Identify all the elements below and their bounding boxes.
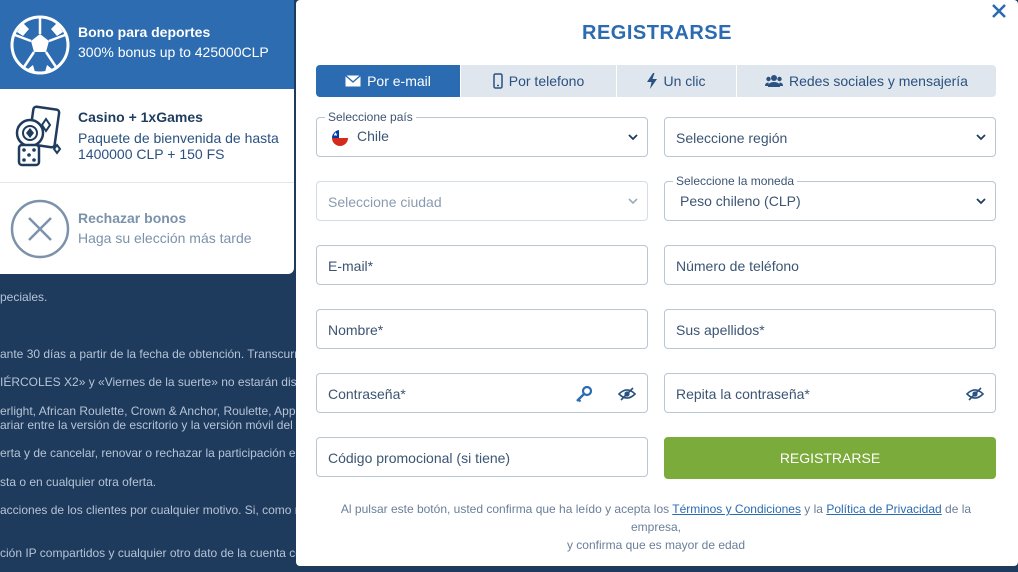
currency-label: Seleccione la moneda [673, 175, 798, 187]
country-value: Chile [357, 128, 389, 144]
tab-label: Por telefono [508, 73, 585, 89]
modal-title: REGISTRARSE [582, 22, 732, 44]
registration-modal: REGISTRARSE Por e-mail Por telefono Un c… [296, 0, 1018, 566]
name-field[interactable]: Nombre* [316, 309, 648, 349]
bonus-subtitle: 300% bonus up to 425000CLP [78, 44, 269, 60]
tab-phone[interactable]: Por telefono [461, 65, 617, 97]
promo-code-field[interactable]: Código promocional (si tiene) [316, 437, 648, 477]
background-line: acciones de los clientes por cualquier m… [0, 503, 296, 517]
phone-icon [493, 73, 503, 89]
tab-social[interactable]: Redes sociales y mensajería [737, 65, 996, 97]
bonus-option-reject[interactable]: Rechazar bonos Haga su elección más tard… [0, 183, 294, 274]
country-label: Seleccione país [325, 111, 416, 123]
surname-placeholder: Sus apellidos* [676, 322, 765, 338]
email-field[interactable]: E-mail* [316, 245, 648, 285]
city-select[interactable]: Seleccione ciudad [316, 181, 648, 221]
legal-text: y confirma que es mayor de edad [566, 538, 746, 552]
legal-notice: Al pulsar este botón, usted confirma que… [316, 500, 996, 554]
tab-email[interactable]: Por e-mail [316, 65, 461, 97]
bonus-title: Bono para deportes [78, 24, 211, 40]
tab-label: Redes sociales y mensajería [789, 73, 968, 89]
password-placeholder: Contraseña* [328, 386, 406, 402]
phone-field[interactable]: Número de teléfono [664, 245, 996, 285]
privacy-link[interactable]: Política de Privacidad [826, 502, 941, 516]
terms-link[interactable]: Términos y Condiciones [672, 502, 801, 516]
currency-select[interactable]: Seleccione la moneda Peso chileno (CLP) [664, 175, 996, 221]
soccer-ball-icon [9, 14, 71, 76]
tab-label: Un clic [663, 73, 706, 89]
tab-label: Por e-mail [367, 73, 431, 89]
chile-flag-icon [332, 130, 348, 146]
chevron-down-icon [628, 198, 638, 205]
bonus-option-casino[interactable]: Casino + 1xGames Paquete de bienvenida d… [0, 89, 294, 183]
registration-tabs: Por e-mail Por telefono Un clic Redes so… [316, 65, 996, 97]
legal-text: y la [800, 502, 827, 516]
name-placeholder: Nombre* [328, 322, 384, 338]
background-line: erta y de cancelar, renovar o rechazar l… [0, 446, 296, 460]
chevron-down-icon [628, 134, 638, 141]
bonus-subtitle: 1400000 CLP + 150 FS [78, 146, 225, 162]
background-line: peciales. [0, 290, 48, 304]
chevron-down-icon [976, 134, 986, 141]
bonus-subtitle: Paquete de bienvenida de hasta [78, 130, 279, 146]
lightning-icon [647, 73, 658, 89]
bonus-selection-panel: Bono para deportes 300% bonus up to 4250… [0, 0, 294, 274]
promo-placeholder: Código promocional (si tiene) [328, 450, 511, 466]
background-line: ariar entre la versión de escritorio y l… [0, 418, 296, 432]
bonus-subtitle: Haga su elección más tarde [78, 230, 252, 246]
region-placeholder: Seleccione región [676, 130, 788, 146]
eye-off-icon[interactable] [617, 385, 637, 403]
bonus-title: Casino + 1xGames [78, 109, 203, 125]
background-line: sta o en cualquier otra oferta. [0, 475, 157, 489]
eye-off-icon[interactable] [965, 385, 985, 403]
users-icon [765, 75, 783, 87]
legal-text: Al pulsar este botón, usted confirma que… [340, 502, 673, 516]
password-repeat-placeholder: Repita la contraseña* [676, 386, 810, 402]
background-line: ción IP compartidos y cualquier otro dat… [0, 546, 296, 560]
password-field[interactable]: Contraseña* [316, 373, 648, 413]
email-placeholder: E-mail* [328, 258, 374, 274]
reject-circle-icon [9, 198, 71, 260]
close-icon[interactable] [988, 2, 1010, 24]
phone-placeholder: Número de teléfono [676, 258, 799, 274]
password-repeat-field[interactable]: Repita la contraseña* [664, 373, 996, 413]
bonus-option-sports[interactable]: Bono para deportes 300% bonus up to 4250… [0, 0, 294, 89]
background-line: erlight, African Roulette, Crown & Ancho… [0, 404, 296, 418]
register-button[interactable]: REGISTRARSE [664, 437, 996, 479]
key-icon[interactable] [575, 385, 593, 403]
country-select[interactable]: Seleccione país Chile [316, 111, 648, 157]
city-placeholder: Seleccione ciudad [328, 194, 442, 210]
surname-field[interactable]: Sus apellidos* [664, 309, 996, 349]
bonus-title: Rechazar bonos [78, 210, 187, 226]
envelope-icon [345, 75, 362, 87]
cards-dice-icon [9, 105, 71, 167]
chevron-down-icon [976, 198, 986, 205]
background-line: ante 30 días a partir de la fecha de obt… [0, 347, 296, 361]
background-line: IÉRCOLES X2» y «Viernes de la suerte» no… [0, 375, 296, 389]
tab-one-click[interactable]: Un clic [617, 65, 737, 97]
currency-value: Peso chileno (CLP) [680, 193, 801, 209]
region-select[interactable]: Seleccione región [664, 117, 996, 157]
